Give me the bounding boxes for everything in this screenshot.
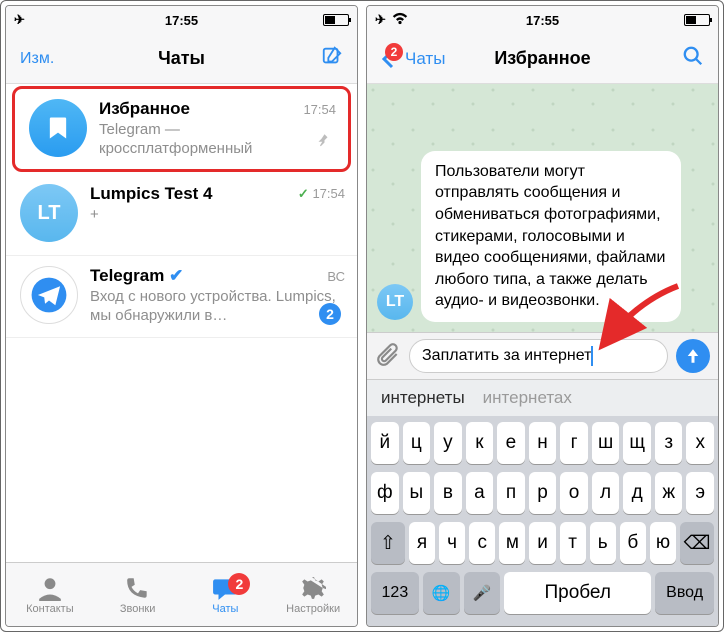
- avatar: LT: [20, 184, 78, 242]
- tab-badge: 2: [228, 573, 250, 595]
- key-letter[interactable]: х: [686, 422, 714, 464]
- pin-icon: [314, 132, 332, 155]
- message-input[interactable]: Заплатить за интернет: [409, 339, 668, 373]
- key-space[interactable]: Пробел: [504, 572, 651, 614]
- tab-calls[interactable]: Звонки: [103, 575, 173, 615]
- chat-preview: +: [90, 206, 345, 225]
- suggestion[interactable]: интернетах: [483, 388, 572, 408]
- chat-name: Telegram ✔︎: [90, 266, 183, 286]
- key-letter[interactable]: ю: [650, 522, 676, 564]
- chat-preview: Telegram — кроссплатформенный мессенджер…: [99, 121, 336, 159]
- key-letter[interactable]: э: [686, 472, 714, 514]
- chat-title: Избранное: [367, 48, 718, 69]
- status-bar: ✈︎ 17:55: [367, 6, 718, 34]
- text-cursor: [591, 346, 593, 366]
- key-letter[interactable]: щ: [623, 422, 651, 464]
- message-bubble: Пользователи могут отправлять сообщения …: [421, 151, 681, 322]
- key-letter[interactable]: р: [529, 472, 557, 514]
- key-numbers[interactable]: 123: [371, 572, 419, 614]
- key-letter[interactable]: й: [371, 422, 399, 464]
- keyboard: йцукенгшщзх фывапролджэ ⇧ячсмитьбю⌫ 123 …: [367, 416, 718, 626]
- chat-row[interactable]: Telegram ✔︎ ВС Вход с нового устройства.…: [6, 256, 357, 338]
- chat-row-saved[interactable]: Избранное 17:54 Telegram — кроссплатформ…: [12, 86, 351, 172]
- key-enter[interactable]: Ввод: [655, 572, 714, 614]
- key-letter[interactable]: д: [623, 472, 651, 514]
- suggestion[interactable]: интернеты: [381, 388, 465, 408]
- key-letter[interactable]: ч: [439, 522, 465, 564]
- tab-label: Чаты: [212, 603, 238, 615]
- chat-preview: Вход с нового устройства. Lumpics, мы об…: [90, 288, 345, 326]
- key-letter[interactable]: н: [529, 422, 557, 464]
- chat-time: 17:54: [303, 102, 336, 117]
- battery-icon: [323, 14, 349, 26]
- key-letter[interactable]: ж: [655, 472, 683, 514]
- tab-contacts[interactable]: Контакты: [15, 575, 85, 615]
- tab-settings[interactable]: Настройки: [278, 575, 348, 615]
- key-shift[interactable]: ⇧: [371, 522, 405, 564]
- chat-list: Избранное 17:54 Telegram — кроссплатформ…: [6, 84, 357, 562]
- key-letter[interactable]: л: [592, 472, 620, 514]
- key-letter[interactable]: т: [560, 522, 586, 564]
- page-title: Чаты: [6, 48, 357, 69]
- tab-chats[interactable]: 2 Чаты: [190, 575, 260, 615]
- key-backspace[interactable]: ⌫: [680, 522, 714, 564]
- key-letter[interactable]: у: [434, 422, 462, 464]
- key-letter[interactable]: я: [409, 522, 435, 564]
- battery-icon: [684, 14, 710, 26]
- key-letter[interactable]: м: [499, 522, 525, 564]
- key-letter[interactable]: и: [529, 522, 555, 564]
- chat-name: Lumpics Test 4: [90, 184, 213, 204]
- key-letter[interactable]: г: [560, 422, 588, 464]
- verified-icon: ✔︎: [169, 266, 183, 285]
- chat-time: ВС: [327, 269, 345, 284]
- key-letter[interactable]: б: [620, 522, 646, 564]
- key-globe[interactable]: 🌐: [423, 572, 460, 614]
- status-bar: ✈︎ 17:55: [6, 6, 357, 34]
- key-letter[interactable]: к: [466, 422, 494, 464]
- chat-time: ✓ 17:54: [298, 186, 345, 202]
- unread-badge: 2: [319, 303, 341, 325]
- key-letter[interactable]: ь: [590, 522, 616, 564]
- phone-left: ✈︎ 17:55 Изм. Чаты: [5, 5, 358, 627]
- key-letter[interactable]: п: [497, 472, 525, 514]
- chat-header: 2 Чаты Избранное: [367, 34, 718, 84]
- key-letter[interactable]: е: [497, 422, 525, 464]
- key-letter[interactable]: ы: [403, 472, 431, 514]
- send-button[interactable]: [676, 339, 710, 373]
- tab-label: Контакты: [26, 603, 74, 615]
- avatar: LT: [377, 284, 413, 320]
- keyboard-suggestions: интернеты интернетах: [367, 379, 718, 416]
- chat-row[interactable]: LT Lumpics Test 4 ✓ 17:54 +: [6, 174, 357, 256]
- chats-header: Изм. Чаты: [6, 34, 357, 84]
- key-letter[interactable]: ц: [403, 422, 431, 464]
- chat-body[interactable]: LT Пользователи могут отправлять сообщен…: [367, 84, 718, 332]
- key-letter[interactable]: о: [560, 472, 588, 514]
- tab-bar: Контакты Звонки 2 Чаты Настройки: [6, 562, 357, 626]
- key-letter[interactable]: ш: [592, 422, 620, 464]
- tab-label: Настройки: [286, 603, 340, 615]
- status-time: 17:55: [367, 13, 718, 28]
- key-letter[interactable]: с: [469, 522, 495, 564]
- tutorial-image: ✈︎ 17:55 Изм. Чаты: [0, 0, 724, 632]
- key-letter[interactable]: ф: [371, 472, 399, 514]
- message-input-value: Заплатить за интернет: [422, 347, 591, 365]
- telegram-icon: [20, 266, 78, 324]
- input-bar: Заплатить за интернет: [367, 332, 718, 379]
- key-letter[interactable]: в: [434, 472, 462, 514]
- attach-icon[interactable]: [375, 341, 401, 372]
- phone-right: ✈︎ 17:55 2 Чаты Избранное LT Пользовател…: [366, 5, 719, 627]
- key-letter[interactable]: з: [655, 422, 683, 464]
- tab-label: Звонки: [120, 603, 156, 615]
- saved-messages-icon: [29, 99, 87, 157]
- status-time: 17:55: [6, 13, 357, 28]
- key-letter[interactable]: а: [466, 472, 494, 514]
- chat-name: Избранное: [99, 99, 190, 119]
- key-mic[interactable]: 🎤: [464, 572, 501, 614]
